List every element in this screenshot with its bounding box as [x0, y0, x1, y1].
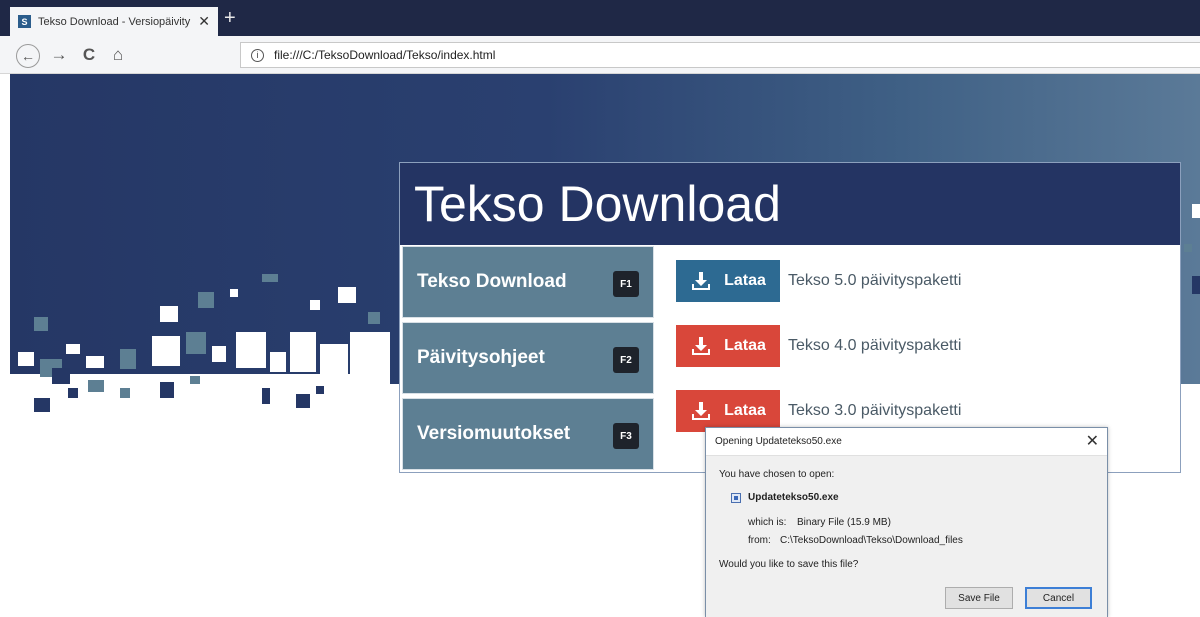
cancel-button[interactable]: Cancel	[1025, 587, 1092, 609]
new-tab-icon[interactable]: +	[224, 7, 236, 29]
dialog-close-icon[interactable]: ✕	[1086, 431, 1099, 451]
forward-arrow-icon[interactable]: →	[48, 44, 70, 66]
file-source-label: from:	[748, 535, 771, 546]
shortcut-key-badge: F3	[613, 423, 639, 449]
dialog-question: Would you like to save this file?	[719, 559, 859, 570]
back-arrow-icon[interactable]: ←	[16, 44, 40, 68]
browser-nav-bar: ← → C ⌂ i file:///C:/TeksoDownload/Tekso…	[0, 36, 1200, 74]
reload-icon[interactable]: C	[78, 44, 100, 66]
file-type-value: Binary File (15.9 MB)	[797, 517, 891, 528]
url-text: file:///C:/TeksoDownload/Tekso/index.htm…	[274, 48, 496, 62]
download-button-tekso-5[interactable]: Lataa	[676, 260, 780, 302]
menu-item-paivitysohjeet[interactable]: Päivitysohjeet F2	[402, 322, 654, 394]
download-button-label: Lataa	[724, 337, 766, 354]
download-description: Tekso 4.0 päivityspaketti	[788, 337, 962, 354]
save-file-button[interactable]: Save File	[945, 587, 1013, 609]
tab-close-icon[interactable]: ✕	[198, 13, 210, 30]
home-icon[interactable]: ⌂	[107, 44, 129, 66]
page-title: Tekso Download	[414, 176, 781, 232]
download-icon	[692, 272, 711, 290]
info-icon[interactable]: i	[251, 48, 264, 62]
dialog-filename: Updatetekso50.exe	[748, 492, 839, 503]
download-row-tekso-3: Lataa Tekso 3.0 päivityspaketti	[676, 390, 961, 432]
menu-item-versiomuutokset[interactable]: Versiomuutokset F3	[402, 398, 654, 470]
panel-header: Tekso Download	[400, 163, 1180, 245]
file-type-icon	[731, 493, 741, 503]
dialog-chosen-text: You have chosen to open:	[719, 469, 835, 480]
shortcut-key-badge: F2	[613, 347, 639, 373]
dialog-body: You have chosen to open: Updatetekso50.e…	[706, 455, 1107, 617]
download-row-tekso-4: Lataa Tekso 4.0 päivityspaketti	[676, 325, 961, 367]
menu-item-label: Tekso Download	[417, 271, 567, 292]
download-description: Tekso 3.0 päivityspaketti	[788, 402, 962, 419]
download-icon	[692, 337, 711, 355]
download-description: Tekso 5.0 päivityspaketti	[788, 272, 962, 289]
dialog-title: Opening Updatetekso50.exe	[715, 436, 842, 447]
browser-tab[interactable]: S Tekso Download - Versiopäivity ✕	[10, 7, 218, 36]
menu-item-tekso-download[interactable]: Tekso Download F1	[402, 246, 654, 318]
tab-title: Tekso Download - Versiopäivity	[38, 15, 191, 28]
download-button-label: Lataa	[724, 402, 766, 419]
download-button-tekso-3[interactable]: Lataa	[676, 390, 780, 432]
menu-item-label: Versiomuutokset	[417, 423, 571, 444]
browser-tab-bar: S Tekso Download - Versiopäivity ✕ +	[0, 0, 1200, 36]
file-source-value: C:\TeksoDownload\Tekso\Download_files	[780, 535, 963, 546]
address-bar[interactable]: i file:///C:/TeksoDownload/Tekso/index.h…	[240, 42, 1200, 68]
file-open-dialog: Opening Updatetekso50.exe ✕ You have cho…	[705, 427, 1108, 617]
file-type-label: which is:	[748, 517, 787, 528]
download-button-label: Lataa	[724, 272, 766, 289]
download-icon	[692, 402, 711, 420]
site-favicon-icon: S	[18, 15, 31, 28]
download-button-tekso-4[interactable]: Lataa	[676, 325, 780, 367]
menu-item-label: Päivitysohjeet	[417, 347, 545, 368]
shortcut-key-badge: F1	[613, 271, 639, 297]
download-row-tekso-5: Lataa Tekso 5.0 päivityspaketti	[676, 260, 961, 302]
